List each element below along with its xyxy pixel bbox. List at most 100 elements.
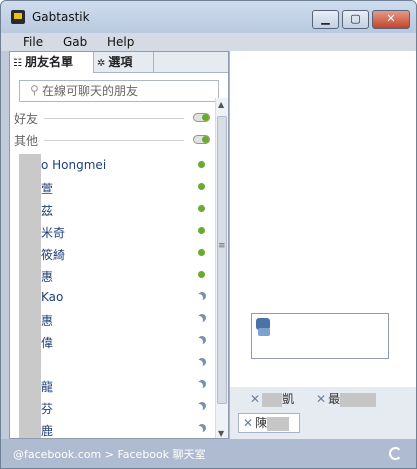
scroll-up-arrow-icon[interactable]: ▲ [218, 100, 224, 109]
tab-options[interactable]: ✲ 選項 [94, 52, 154, 73]
chat-tab-label: 陳 [255, 416, 268, 430]
minimize-button[interactable]: ▁ [312, 10, 339, 29]
app-logo-icon [11, 10, 25, 24]
chat-tab[interactable]: ✕ 最 [316, 390, 386, 410]
grip-icon: ≡ [218, 241, 226, 251]
friend-row[interactable]: o Hongmei [10, 154, 214, 176]
search-icon: ⚲ [30, 83, 39, 97]
friend-row[interactable]: 惠 [10, 264, 214, 286]
group-others-toggle[interactable] [193, 135, 210, 144]
group-others-label: 其他 [14, 134, 39, 148]
search-input[interactable] [42, 83, 214, 99]
scroll-down-arrow-icon[interactable]: ▼ [218, 429, 224, 438]
avatar [19, 220, 41, 242]
idle-status-icon [198, 314, 206, 322]
friends-panel: ☷朋友名單 ✲選項 ⚲ 好友 其他 o Hongmei 萱茲米奇筱綺惠 Kao 惠偉龍… [9, 51, 229, 439]
online-status-icon [198, 227, 205, 234]
avatar [19, 286, 41, 308]
friend-name: 龍 [41, 380, 54, 394]
tab-friends-list[interactable]: ☷ 朋友名單 [10, 52, 94, 73]
chat-tab-label: 凱 [282, 392, 295, 406]
friend-row[interactable]: 筱綺 [10, 242, 214, 264]
maximize-button[interactable]: ▢ [342, 10, 369, 29]
menu-gab[interactable]: Gab [63, 35, 87, 49]
search-box: ⚲ [19, 80, 219, 102]
online-status-icon [198, 161, 205, 168]
avatar [19, 418, 41, 438]
gear-icon: ✲ [97, 58, 106, 69]
menu-help[interactable]: Help [107, 35, 134, 49]
friend-row[interactable]: 惠 [10, 308, 214, 330]
avatar [19, 308, 41, 330]
friend-name: 筱綺 [41, 248, 66, 262]
menu-bar: File Gab Help [1, 33, 416, 51]
online-status-icon [198, 271, 205, 278]
redacted-name [340, 392, 377, 407]
avatar [19, 198, 41, 220]
online-status-icon [198, 205, 205, 212]
friend-name: 惠 [41, 270, 54, 284]
window-title: Gabtastik [32, 10, 90, 24]
friend-name: 萱 [41, 182, 54, 196]
chat-tab-label: 最 [328, 392, 341, 406]
app-window: Gabtastik ▁ ▢ ✕ File Gab Help ☷ 朋友名單 ✲ 選項 … [0, 0, 417, 469]
friend-row[interactable]: 萱 [10, 176, 214, 198]
close-tab-icon[interactable]: ✕ [316, 392, 326, 406]
friend-name: 米奇 [41, 226, 66, 240]
idle-status-icon [198, 358, 206, 366]
avatar [19, 374, 41, 396]
avatar [19, 154, 41, 176]
online-status-icon [198, 249, 205, 256]
friend-row[interactable]: 芬 [10, 396, 214, 418]
chat-bubble-secondary-icon [258, 328, 270, 336]
avatar [19, 176, 41, 198]
divider [44, 118, 184, 119]
close-button[interactable]: ✕ [372, 10, 410, 29]
group-friends-header[interactable]: 好友 [14, 110, 210, 126]
avatar [19, 264, 41, 286]
friend-name: o Hongmei [41, 158, 107, 172]
close-tab-icon[interactable]: ✕ [243, 416, 253, 430]
chat-preview-box[interactable] [251, 313, 389, 359]
menu-file[interactable]: File [23, 35, 43, 49]
friend-name: 茲 [41, 204, 54, 218]
friend-row[interactable]: 茲 [10, 198, 214, 220]
friend-row[interactable]: Kao [10, 286, 214, 308]
idle-status-icon [198, 292, 206, 300]
avatar [19, 330, 41, 352]
close-tab-icon[interactable]: ✕ [250, 392, 260, 406]
avatar [19, 352, 41, 374]
friend-name: 鹿 [41, 424, 54, 438]
grid-icon: ☷ [13, 58, 22, 69]
friend-row[interactable]: 龍 [10, 374, 214, 396]
friend-name: 偉 [41, 336, 54, 350]
divider [44, 140, 184, 141]
status-bar: @facebook.com > Facebook 聊天室 [1, 439, 416, 468]
group-friends-label: 好友 [14, 112, 39, 126]
idle-status-icon [198, 402, 206, 410]
idle-status-icon [198, 380, 206, 388]
tab-options-label: 選項 [108, 55, 133, 69]
redacted-name [267, 416, 290, 431]
chat-tab[interactable]: ✕ 凱 [250, 390, 320, 410]
redacted-name [262, 392, 283, 407]
refresh-icon[interactable] [389, 447, 402, 460]
group-others-header[interactable]: 其他 [14, 132, 210, 148]
avatar [19, 242, 41, 264]
idle-status-icon [198, 424, 206, 432]
title-bar[interactable]: Gabtastik ▁ ▢ ✕ [1, 1, 416, 33]
friend-row[interactable] [10, 352, 214, 374]
friend-row[interactable]: 偉 [10, 330, 214, 352]
group-friends-toggle[interactable] [193, 113, 210, 122]
chat-panel [229, 51, 416, 387]
friend-name: 惠 [41, 314, 54, 328]
friend-list-scrollbar[interactable]: ▲ ≡ ▼ [215, 98, 228, 438]
friend-row[interactable]: 米奇 [10, 220, 214, 242]
chat-tab-active[interactable]: ✕ 陳 [238, 413, 300, 433]
idle-status-icon [198, 336, 206, 344]
friend-name: 芬 [41, 402, 54, 416]
scrollbar-thumb[interactable] [217, 116, 227, 404]
online-status-icon [198, 183, 205, 190]
panel-tabs: ☷ 朋友名單 ✲ 選項 [10, 52, 228, 73]
friend-row[interactable]: 鹿 [10, 418, 214, 438]
